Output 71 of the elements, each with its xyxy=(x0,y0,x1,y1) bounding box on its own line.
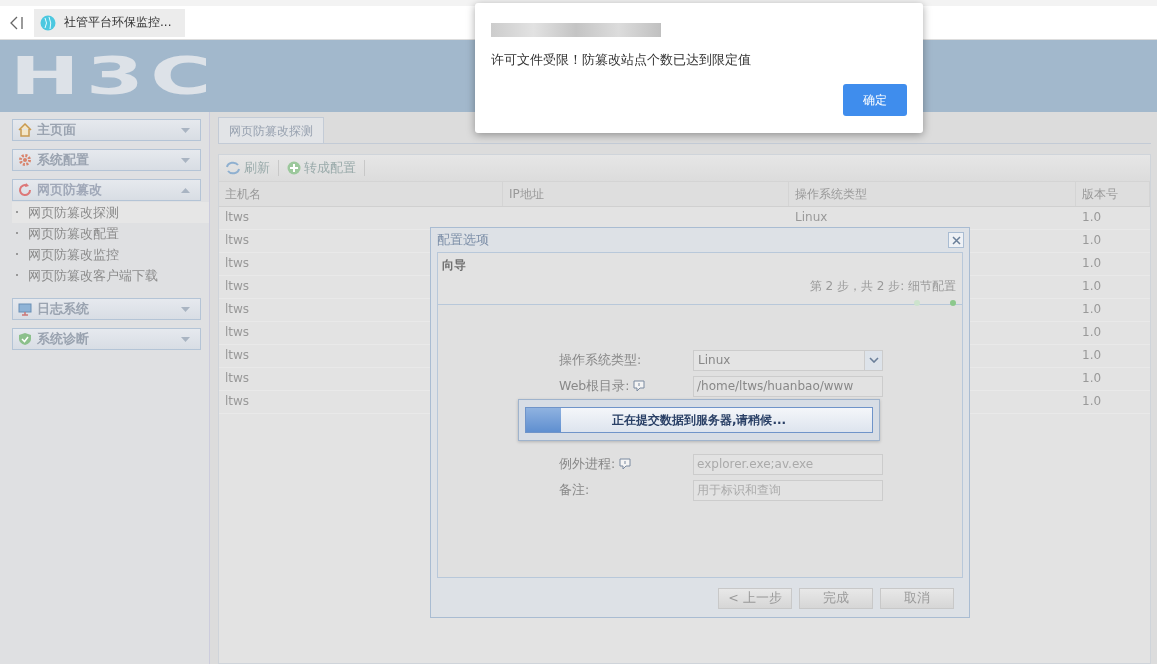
table-cell: ltws xyxy=(225,348,250,362)
back-icon[interactable] xyxy=(10,14,24,31)
close-icon xyxy=(951,235,961,245)
confirm-button[interactable]: 确定 xyxy=(843,84,907,116)
table-cell: 1.0 xyxy=(1082,279,1102,293)
accordion-header[interactable]: 日志系统 xyxy=(12,298,201,320)
shield-icon xyxy=(18,332,32,346)
table-cell: ltws xyxy=(225,325,250,339)
caret-icon xyxy=(181,127,190,133)
dialog-title: 配置选项 xyxy=(437,231,489,249)
table-cell: ltws xyxy=(225,279,250,293)
refresh-button[interactable]: 刷新 xyxy=(223,159,272,177)
caret-icon xyxy=(868,357,879,363)
accordion-header[interactable]: 系统诊断 xyxy=(12,328,201,350)
table-cell: 1.0 xyxy=(1082,394,1102,408)
refresh-icon xyxy=(18,183,32,197)
globe-icon xyxy=(40,14,56,31)
convert-button[interactable]: 转成配置 xyxy=(285,159,358,177)
table-cell: 1.0 xyxy=(1082,302,1102,316)
caret-icon xyxy=(181,187,190,193)
table-cell: ltws xyxy=(225,256,250,270)
column-header[interactable]: 操作系统类型 xyxy=(789,182,1076,206)
table-cell: ltws xyxy=(225,233,250,247)
column-header[interactable]: IP地址 xyxy=(503,182,789,206)
plus-icon xyxy=(287,161,301,175)
table-cell: 1.0 xyxy=(1082,233,1102,247)
table-cell: 1.0 xyxy=(1082,325,1102,339)
caret-icon xyxy=(181,336,190,342)
field-label: 操作系统类型: xyxy=(559,351,642,369)
column-header[interactable]: 主机名 xyxy=(219,182,503,206)
field-label: Web根目录: xyxy=(559,377,630,395)
progress-message: 正在提交数据到服务器,请稍候... xyxy=(610,412,788,429)
monitor-icon xyxy=(18,302,32,316)
input-field[interactable]: /home/ltws/huanbao/www xyxy=(693,375,883,397)
wizard-title: 向导 xyxy=(442,257,467,274)
dialog-button[interactable]: 取消 xyxy=(880,588,954,609)
table-cell: ltws xyxy=(225,371,250,385)
table-cell: 1.0 xyxy=(1082,348,1102,362)
close-button[interactable] xyxy=(948,232,964,248)
menu-item[interactable]: 网页防篡改配置 xyxy=(12,223,209,244)
field-label: 例外进程: xyxy=(559,455,616,473)
menu-item[interactable]: 网页防篡改客户端下载 xyxy=(12,265,209,286)
alert-message: 许可文件受限！防篡改站点个数已达到限定值 xyxy=(491,51,752,69)
accordion-header[interactable]: 主页面 xyxy=(12,119,201,141)
gear-icon xyxy=(18,153,32,167)
dialog-button[interactable]: 完成 xyxy=(799,588,873,609)
accordion-header[interactable]: 系统配置 xyxy=(12,149,201,171)
browser-tab[interactable]: 社管平台环保监控... xyxy=(34,8,186,37)
table-cell: 1.0 xyxy=(1082,210,1102,224)
refresh-icon xyxy=(225,161,241,175)
table-cell: 1.0 xyxy=(1082,256,1102,270)
accordion-header[interactable]: 网页防篡改 xyxy=(12,179,201,201)
table-cell: Linux xyxy=(795,210,828,224)
table-cell: ltws xyxy=(225,302,250,316)
menu-item[interactable]: 网页防篡改监控 xyxy=(12,244,209,265)
step-indicator: 第 2 步，共 2 步: 细节配置 xyxy=(808,278,957,295)
table-cell: ltws xyxy=(225,210,250,224)
caret-icon xyxy=(181,157,190,163)
logo: H3C xyxy=(10,50,218,102)
os-select[interactable]: Linux xyxy=(693,349,883,371)
table-cell: ltws xyxy=(225,394,250,408)
info-icon[interactable] xyxy=(633,380,646,392)
tab[interactable]: 网页防篡改探测 xyxy=(218,117,324,143)
input-field[interactable]: explorer.exe;av.exe xyxy=(693,453,883,475)
info-icon[interactable] xyxy=(619,458,632,470)
column-header[interactable]: 版本号 xyxy=(1076,182,1150,206)
menu-item[interactable]: 网页防篡改探测 xyxy=(12,202,209,223)
home-icon xyxy=(18,123,32,137)
field-label: 备注: xyxy=(559,481,590,499)
table-cell: 1.0 xyxy=(1082,371,1102,385)
caret-icon xyxy=(181,306,190,312)
